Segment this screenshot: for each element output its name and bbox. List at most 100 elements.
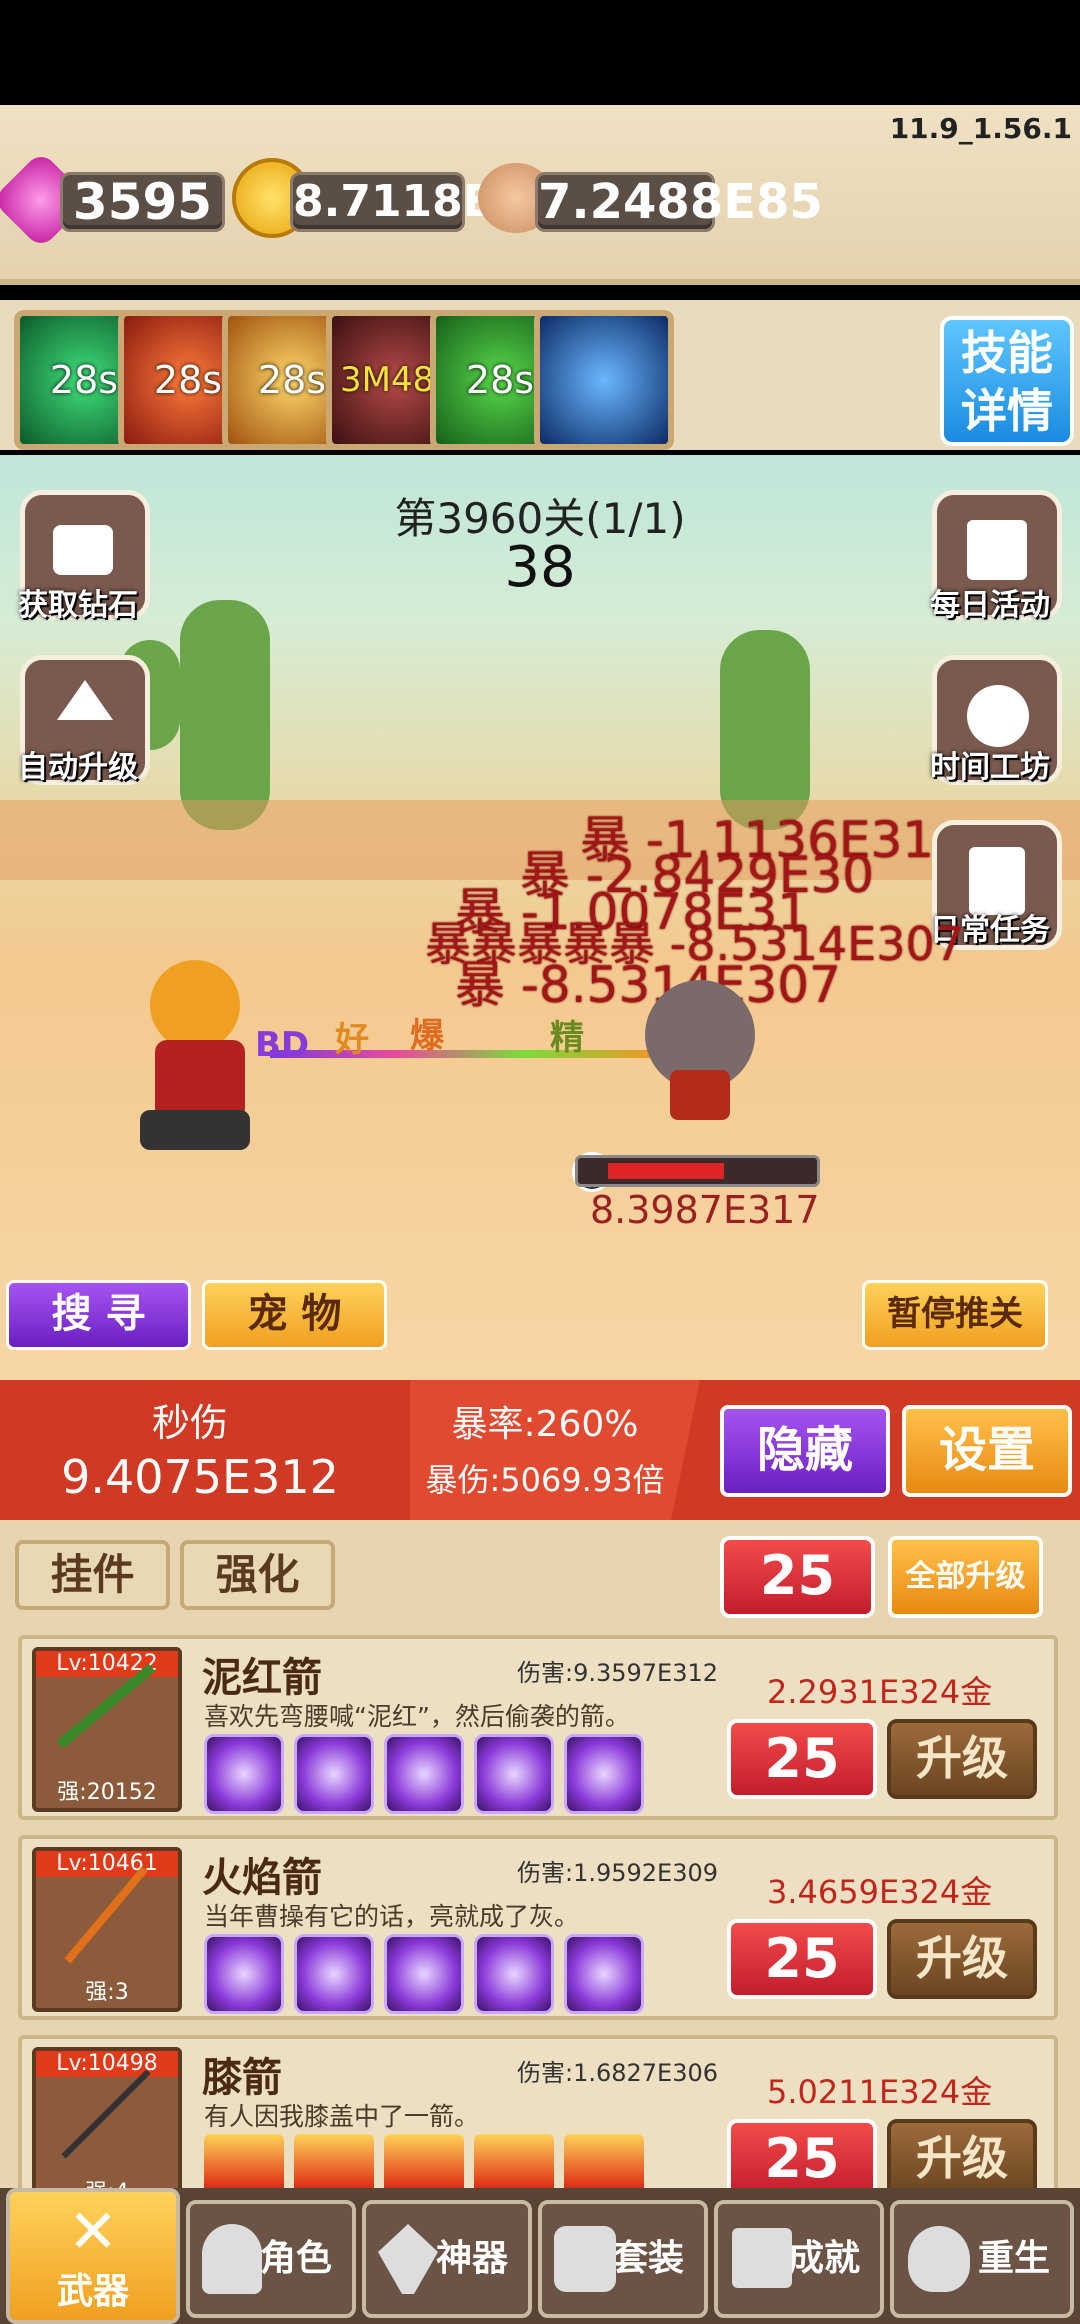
dps-label: 秒伤 [151, 1401, 228, 1445]
enemy-legs [670, 1070, 730, 1120]
axe-icon [378, 2224, 438, 2294]
weapon-count-button[interactable]: 25 [727, 2119, 877, 2199]
weapon-upgrade-button[interactable]: 升级 [887, 2119, 1037, 2199]
weapon-card: Lv:10461 强:3 火焰箭 伤害:1.9592E309 当年曹操有它的话，… [18, 1835, 1058, 2020]
weapon-upgrade-button[interactable]: 升级 [887, 1919, 1037, 1999]
daily-activity-label: 每日活动 [930, 588, 1050, 623]
nav-achievement[interactable]: 成就 [714, 2200, 884, 2318]
nav-rebirth[interactable]: 重生 [890, 2200, 1074, 2318]
weapon-thumbnail: Lv:10461 强:3 [32, 1847, 182, 2012]
taiji-gem-icon [384, 1734, 464, 1814]
get-diamonds-label: 获取钻石 [18, 588, 138, 623]
nav-set-label: 套装 [611, 2238, 684, 2279]
arrow-label: BD [255, 1025, 310, 1065]
version-label: 11.9_1.56.1 [889, 112, 1072, 145]
enemy-hp-value: 8.3987E317 [590, 1188, 820, 1232]
video-camera-icon [53, 525, 113, 575]
weapon-attack: 伤害:1.6827E306 [517, 2059, 719, 2087]
weapon-card: Lv:10422 强:20152 泥红箭 伤害:9.3597E312 喜欢先弯腰… [18, 1635, 1058, 1820]
weapon-price: 3.4659E324金 [767, 1873, 993, 1911]
cactus-left [180, 600, 270, 830]
nav-rebirth-label: 重生 [977, 2238, 1050, 2279]
armor-icon [554, 2226, 616, 2292]
crossed-swords-icon: ✕ [67, 2197, 119, 2267]
weapon-desc: 喜欢先弯腰喊“泥红”，然后偷袭的箭。 [204, 1702, 630, 1731]
arrow-icon [61, 2069, 151, 2159]
taiji-gem-icon [564, 1734, 644, 1814]
nav-character[interactable]: 角色 [186, 2200, 356, 2318]
weapon-desc: 有人因我膝盖中了一箭。 [204, 2102, 480, 2131]
auto-upgrade-label: 自动升级 [18, 750, 138, 785]
upgrade-count-button[interactable]: 25 [720, 1536, 875, 1618]
pet-button[interactable]: 宠 物 [202, 1280, 387, 1350]
stage-timer: 38 [504, 535, 576, 600]
gem-count: 3595 [60, 172, 225, 232]
tab-enhance[interactable]: 强化 [180, 1540, 335, 1610]
search-button[interactable]: 搜 寻 [6, 1280, 191, 1350]
weapon-level: Lv:10422 [36, 1651, 178, 1677]
gold-count: 8.7118E323 [290, 172, 585, 232]
crit-rate: 暴率:260% [451, 1404, 639, 1445]
weapon-attack: 伤害:1.9592E309 [517, 1859, 719, 1887]
hero-legs [140, 1110, 250, 1150]
time-workshop-label: 时间工坊 [930, 750, 1050, 785]
nav-weapons[interactable]: ✕ 武器 [6, 2188, 180, 2324]
skull-count: 7.2488E85 [535, 172, 823, 232]
taiji-gem-icon [294, 1734, 374, 1814]
weapon-upgrade-button[interactable]: 升级 [887, 1719, 1037, 1799]
arrow-icon [64, 1866, 148, 1964]
nav-character-label: 角色 [259, 2238, 332, 2279]
arrow-projectiles [270, 1050, 650, 1058]
weapon-thumbnail: Lv:10422 强:20152 [32, 1647, 182, 1812]
nav-set[interactable]: 套装 [538, 2200, 708, 2318]
weapon-strength: 强:3 [85, 1980, 129, 2005]
nav-artifact-label: 神器 [435, 2238, 508, 2279]
weapon-name: 泥红箭 [202, 1655, 322, 1701]
tab-pendant[interactable]: 挂件 [15, 1540, 170, 1610]
weapon-price: 2.2931E324金 [767, 1673, 993, 1711]
taiji-gem-icon [384, 1934, 464, 2014]
arrow-label: 精 [550, 1018, 584, 1058]
weapon-level: Lv:10498 [36, 2051, 178, 2077]
helmet-icon [202, 2224, 262, 2294]
weapon-level: Lv:10461 [36, 1851, 178, 1877]
nav-weapons-label: 武器 [56, 2271, 129, 2312]
nav-achievement-label: 成就 [787, 2238, 860, 2279]
skill-slot-6[interactable] [534, 310, 674, 450]
taiji-gem-icon [204, 1934, 284, 2014]
arrow-label: 爆 [410, 1016, 444, 1056]
flame-icon [908, 2226, 970, 2292]
weapon-attack: 伤害:9.3597E312 [517, 1659, 719, 1687]
crit-damage: 暴伤:5069.93倍 [425, 1461, 665, 1499]
gift-icon [967, 520, 1027, 580]
status-bar-area [0, 0, 1080, 105]
taiji-gem-icon [204, 1734, 284, 1814]
enemy-hp-fill [608, 1163, 724, 1179]
skill-details-button[interactable]: 技能 详情 [940, 316, 1074, 446]
dps-value: 9.4075E312 [61, 1450, 339, 1504]
hero-hood [150, 960, 240, 1050]
taiji-gem-icon [474, 1934, 554, 2014]
arrow-label: 好 [335, 1020, 369, 1060]
up-arrow-icon [57, 680, 113, 720]
pause-progress-button[interactable]: 暂停推关 [862, 1280, 1048, 1350]
weapon-price: 5.0211E324金 [767, 2073, 993, 2111]
weapon-count-button[interactable]: 25 [727, 1919, 877, 1999]
clock-icon [967, 685, 1029, 747]
upgrade-all-button[interactable]: 全部升级 [888, 1536, 1043, 1618]
weapon-name: 火焰箭 [202, 1855, 322, 1901]
weapon-count-button[interactable]: 25 [727, 1719, 877, 1799]
hero-body [155, 1040, 245, 1120]
weapon-name: 膝箭 [202, 2055, 282, 2101]
taiji-gem-icon [564, 1934, 644, 2014]
taiji-gem-icon [294, 1934, 374, 2014]
skill-details-label-2: 详情 [961, 384, 1053, 438]
skill-details-label: 技能 [961, 326, 1053, 380]
taiji-gem-icon [474, 1734, 554, 1814]
hide-button[interactable]: 隐藏 [720, 1405, 890, 1497]
enemy-monster [625, 980, 775, 1130]
nav-artifact[interactable]: 神器 [362, 2200, 532, 2318]
settings-button[interactable]: 设置 [902, 1405, 1072, 1497]
weapon-strength: 强:20152 [57, 1780, 157, 1805]
badge-icon [732, 2228, 792, 2288]
